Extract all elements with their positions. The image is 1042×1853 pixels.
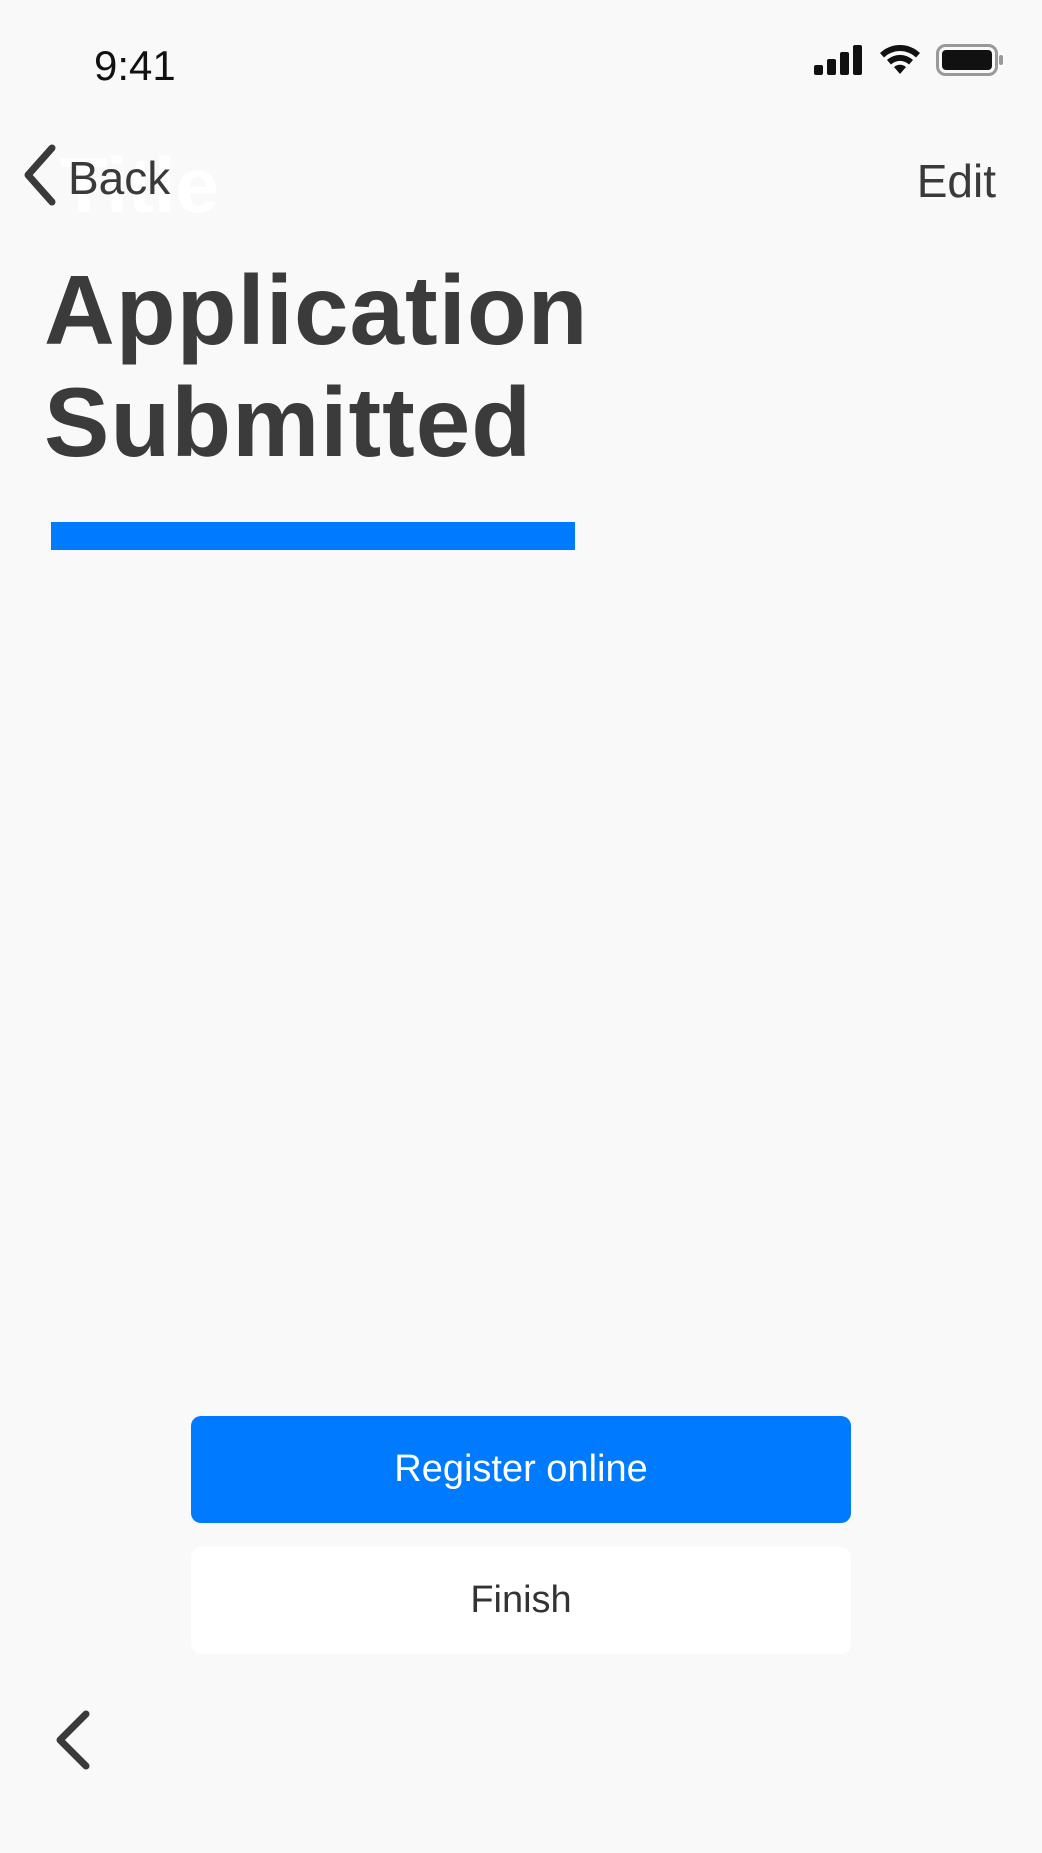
edit-button[interactable]: Edit — [917, 154, 996, 208]
status-bar: 9:41 — [0, 0, 1042, 120]
bottom-back-button[interactable] — [50, 1708, 100, 1772]
finish-button[interactable]: Finish — [191, 1547, 851, 1654]
cellular-signal-icon — [814, 45, 864, 80]
page-title: Application Submitted — [44, 255, 589, 477]
chevron-left-icon — [50, 1710, 100, 1776]
back-button-label: Back — [68, 151, 171, 204]
register-online-button[interactable]: Register online — [191, 1416, 851, 1523]
status-icons — [814, 44, 1004, 81]
wifi-icon — [878, 44, 922, 81]
navigation-bar: Title Back Edit — [0, 130, 1042, 230]
chevron-left-icon — [22, 144, 58, 211]
title-underline — [51, 522, 575, 550]
status-time: 9:41 — [94, 42, 176, 89]
back-button[interactable]: Back — [22, 144, 170, 211]
battery-icon — [936, 44, 1004, 81]
